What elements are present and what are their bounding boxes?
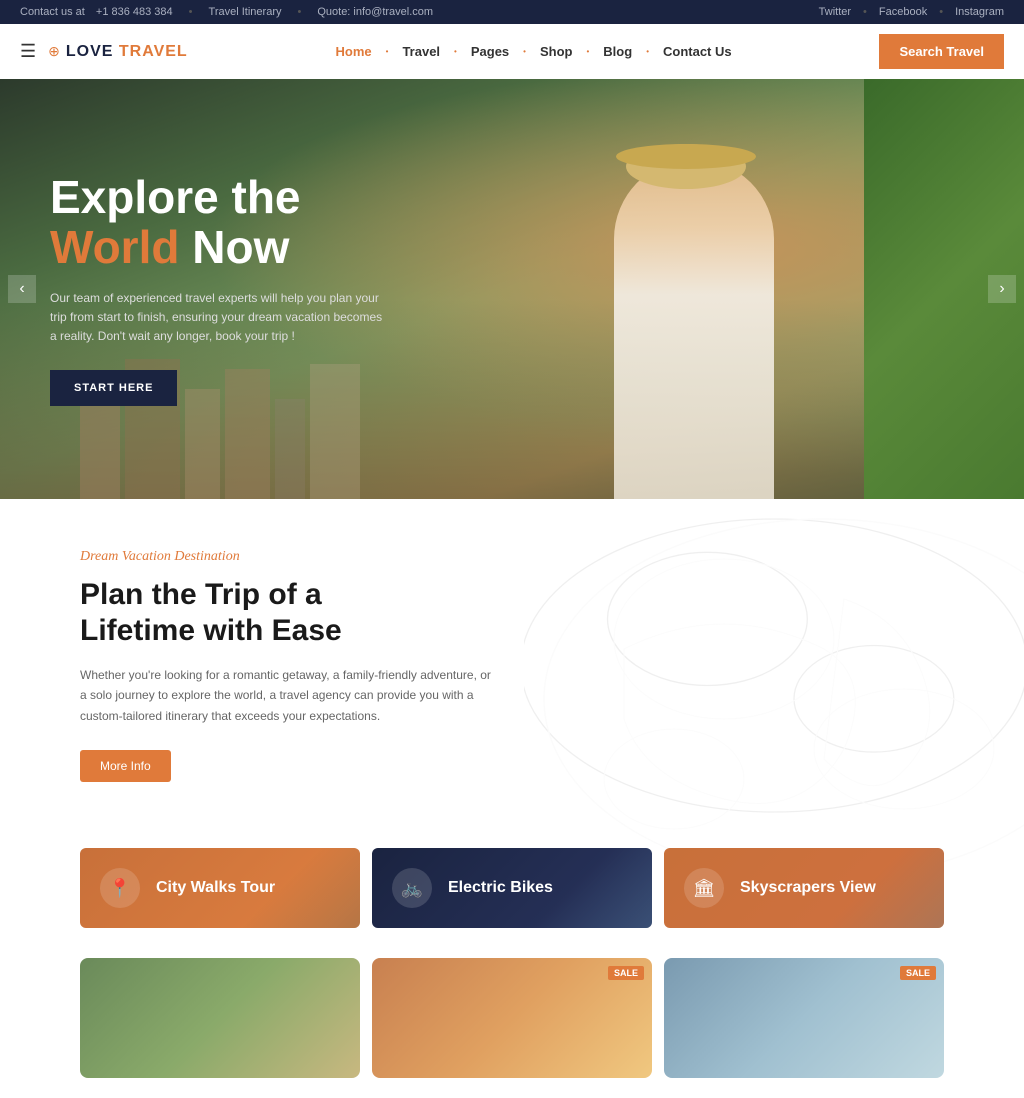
sale-badge-2: SALE bbox=[608, 966, 644, 980]
main-nav: Home • Travel • Pages • Shop • Blog • Co… bbox=[328, 40, 740, 63]
hero-person bbox=[614, 159, 774, 499]
nav-shop[interactable]: Shop bbox=[532, 40, 581, 63]
tour-card-skyscrapers[interactable]: 🏛 Skyscrapers View bbox=[664, 848, 944, 928]
section-desc: Whether you're looking for a romantic ge… bbox=[80, 665, 500, 726]
start-here-button[interactable]: START HERE bbox=[50, 370, 177, 406]
skyscrapers-icon: 🏛 bbox=[684, 868, 724, 908]
city-walks-icon: 📍 bbox=[100, 868, 140, 908]
header: ☰ ⊕ Love Travel Home • Travel • Pages • … bbox=[0, 24, 1024, 79]
hamburger-icon[interactable]: ☰ bbox=[20, 41, 36, 62]
logo[interactable]: ⊕ Love Travel bbox=[48, 43, 188, 61]
facebook-link[interactable]: Facebook bbox=[879, 6, 927, 18]
hero-hat-brim bbox=[616, 144, 756, 169]
section-title: Plan the Trip of a Lifetime with Ease bbox=[80, 577, 440, 649]
nav-contact[interactable]: Contact Us bbox=[655, 40, 740, 63]
electric-bikes-label: Electric Bikes bbox=[448, 879, 553, 897]
skyscrapers-label: Skyscrapers View bbox=[740, 879, 876, 897]
hero-title: Explore the World Now bbox=[50, 172, 390, 273]
bottom-cards-section: SALE SALE bbox=[0, 958, 1024, 1098]
hero-prev-button[interactable]: ‹ bbox=[8, 275, 36, 303]
twitter-link[interactable]: Twitter bbox=[819, 6, 851, 18]
search-travel-button[interactable]: Search Travel bbox=[879, 34, 1004, 69]
electric-bikes-icon: 🚲 bbox=[392, 868, 432, 908]
logo-text: Love Travel bbox=[66, 43, 188, 61]
tour-cards-section: 📍 City Walks Tour 🚲 Electric Bikes 🏛 Sky… bbox=[0, 832, 1024, 958]
nav-pages[interactable]: Pages bbox=[463, 40, 517, 63]
bottom-card-3[interactable]: SALE bbox=[664, 958, 944, 1078]
hero-subtitle: Our team of experienced travel experts w… bbox=[50, 289, 390, 347]
top-bar-left: Contact us at +1 836 483 384 • Travel It… bbox=[20, 6, 433, 18]
more-info-button[interactable]: More Info bbox=[80, 750, 171, 782]
sale-badge-3: SALE bbox=[900, 966, 936, 980]
plan-section: Dream Vacation Destination Plan the Trip… bbox=[0, 499, 1024, 832]
section-label: Dream Vacation Destination bbox=[80, 549, 944, 565]
hero-next-button[interactable]: › bbox=[988, 275, 1016, 303]
location-icon: ⊕ bbox=[48, 43, 60, 60]
top-bar-social: Twitter • Facebook • Instagram bbox=[819, 6, 1004, 18]
city-walks-label: City Walks Tour bbox=[156, 879, 275, 897]
tour-card-city-walks[interactable]: 📍 City Walks Tour bbox=[80, 848, 360, 928]
header-left: ☰ ⊕ Love Travel bbox=[20, 41, 188, 62]
contact-info: Contact us at +1 836 483 384 bbox=[20, 6, 173, 18]
bottom-card-2[interactable]: SALE bbox=[372, 958, 652, 1078]
bottom-card-1[interactable] bbox=[80, 958, 360, 1078]
hero-section: Explore the World Now Our team of experi… bbox=[0, 79, 1024, 499]
hero-content: Explore the World Now Our team of experi… bbox=[0, 172, 440, 407]
instagram-link[interactable]: Instagram bbox=[955, 6, 1004, 18]
tour-card-electric-bikes[interactable]: 🚲 Electric Bikes bbox=[372, 848, 652, 928]
nav-home[interactable]: Home bbox=[328, 40, 380, 63]
top-bar: Contact us at +1 836 483 384 • Travel It… bbox=[0, 0, 1024, 24]
nav-blog[interactable]: Blog bbox=[595, 40, 640, 63]
nav-travel[interactable]: Travel bbox=[394, 40, 448, 63]
